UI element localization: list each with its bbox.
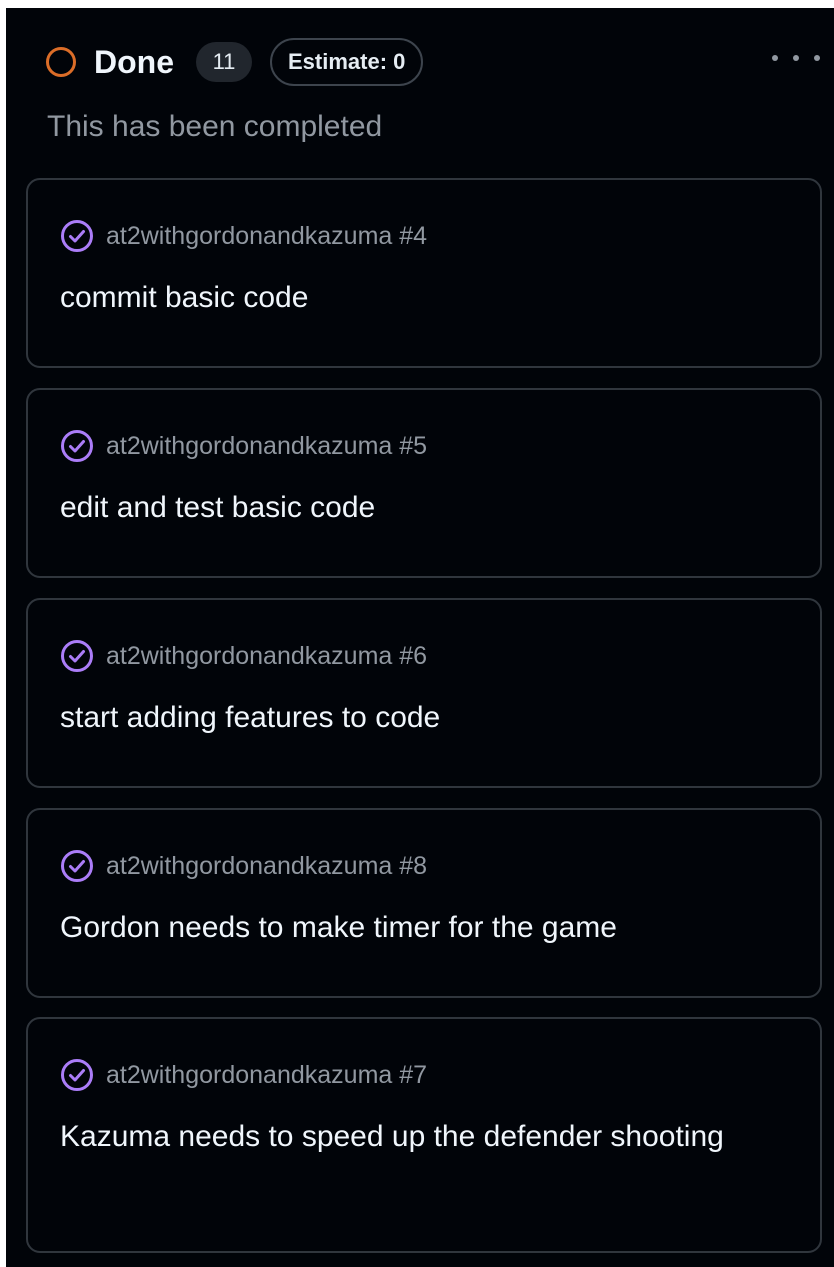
check-circle-icon	[61, 850, 93, 882]
issue-title[interactable]: Kazuma needs to speed up the defender sh…	[60, 1115, 760, 1159]
issue-card[interactable]: at2withgordonandkazuma #7 Kazuma needs t…	[26, 1017, 822, 1253]
issue-repo-link[interactable]: at2withgordonandkazuma #8	[106, 852, 427, 881]
issue-repo-link[interactable]: at2withgordonandkazuma #6	[106, 642, 427, 671]
kebab-horizontal-icon	[772, 55, 778, 61]
check-circle-icon	[61, 1059, 93, 1091]
issue-title[interactable]: commit basic code	[60, 276, 760, 320]
check-circle-icon	[61, 640, 93, 672]
circle-status-icon	[46, 47, 76, 77]
card-meta: at2withgordonandkazuma #7	[60, 1057, 427, 1093]
card-meta: at2withgordonandkazuma #5	[60, 428, 427, 464]
check-circle-icon	[61, 430, 93, 462]
issue-card[interactable]: at2withgordonandkazuma #4 commit basic c…	[26, 178, 822, 368]
issue-title[interactable]: start adding features to code	[60, 696, 760, 740]
column-menu-button[interactable]	[772, 46, 820, 70]
column-title: Done	[94, 43, 174, 80]
card-meta: at2withgordonandkazuma #8	[60, 848, 427, 884]
issue-card[interactable]: at2withgordonandkazuma #5 edit and test …	[26, 388, 822, 578]
issue-card[interactable]: at2withgordonandkazuma #6 start adding f…	[26, 598, 822, 788]
board-column-done: Done 11 Estimate: 0 This has been comple…	[6, 8, 834, 1267]
card-meta: at2withgordonandkazuma #4	[60, 218, 427, 254]
issue-repo-link[interactable]: at2withgordonandkazuma #7	[106, 1061, 427, 1090]
column-description: This has been completed	[47, 110, 383, 143]
issue-repo-link[interactable]: at2withgordonandkazuma #4	[106, 222, 427, 251]
kebab-horizontal-icon	[793, 55, 799, 61]
column-header: Done 11 Estimate: 0	[46, 36, 424, 88]
item-count-badge: 11	[196, 42, 252, 82]
estimate-badge: Estimate: 0	[270, 38, 424, 86]
kebab-horizontal-icon	[814, 55, 820, 61]
issue-card[interactable]: at2withgordonandkazuma #8 Gordon needs t…	[26, 808, 822, 998]
check-circle-icon	[61, 220, 93, 252]
issue-repo-link[interactable]: at2withgordonandkazuma #5	[106, 432, 427, 461]
issue-title[interactable]: Gordon needs to make timer for the game	[60, 906, 760, 950]
card-meta: at2withgordonandkazuma #6	[60, 638, 427, 674]
issue-title[interactable]: edit and test basic code	[60, 486, 760, 530]
